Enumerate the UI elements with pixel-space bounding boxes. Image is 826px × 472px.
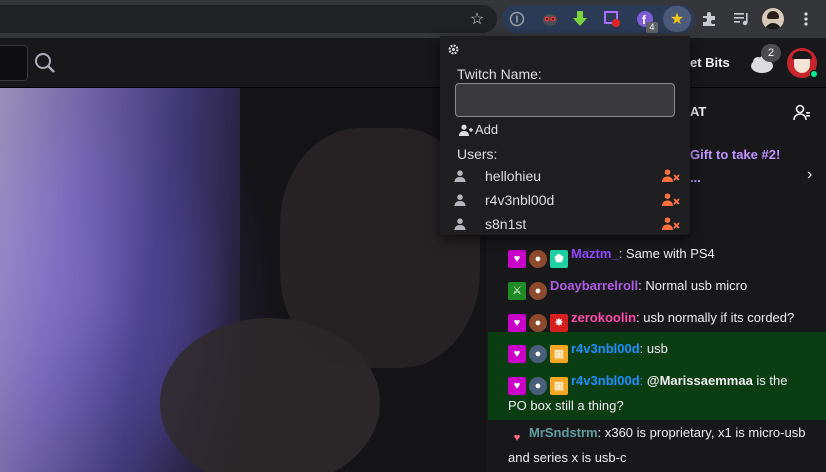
sub-gifter-badge: ✸ — [550, 314, 568, 332]
subscriber-badge: ♥ — [508, 314, 526, 332]
user-list-item: hellohieu — [485, 168, 542, 184]
user-icon — [454, 217, 466, 235]
twitch-name-label: Twitch Name: — [457, 66, 542, 82]
subscriber-badge: ♥ — [508, 377, 526, 395]
gift-badge: ▦ — [550, 377, 568, 395]
pinned-message-text[interactable]: Gift to take #2! — [690, 147, 780, 162]
profile-avatar[interactable] — [762, 8, 784, 30]
chat-username[interactable]: r4v3nbl00d — [571, 341, 640, 356]
remove-user-icon[interactable] — [662, 193, 680, 207]
search-icon[interactable] — [34, 52, 56, 79]
chat-header-title: AT — [690, 104, 707, 119]
chat-username[interactable]: zerokoolin — [571, 310, 636, 325]
remove-user-icon[interactable] — [662, 217, 680, 231]
chat-message: ♥ ● ✸ zerokoolin: usb normally if its corde… — [488, 307, 826, 332]
info-icon[interactable] — [507, 9, 527, 29]
puzzle-icon[interactable] — [699, 9, 719, 29]
user-list-item: r4v3nbl00d — [485, 192, 555, 208]
chat-username[interactable]: r4v3nbl00d — [571, 373, 640, 388]
download-arrow-icon[interactable] — [570, 9, 590, 29]
chat-message: ♥ MrSndstrm: x360 is proprietary, x1 is m… — [488, 422, 826, 468]
bits-badge: ● — [529, 250, 547, 268]
bits-badge: ● — [529, 282, 547, 300]
twitch-name-input[interactable] — [455, 83, 675, 117]
chat-text: : Normal usb micro — [638, 278, 748, 293]
online-status-dot — [810, 70, 818, 78]
gear-icon[interactable] — [447, 43, 460, 61]
browser-toolbar: ☆ f 4 ★ — [0, 0, 826, 38]
chat-message: ♥ ● ⬟ Maztm_: Same with PS4 — [488, 243, 826, 268]
chat-username[interactable]: MrSndstrm — [529, 425, 598, 440]
chat-message: ♥ ● ▦ r4v3nbl00d: usb — [488, 338, 826, 363]
chat-message: ⚔ ● Doaybarrelroll: Normal usb micro — [488, 275, 826, 300]
chat-text: : Same with PS4 — [618, 246, 715, 261]
chat-message: ♥ ● ▦ r4v3nbl00d: @Marissaemmaa is the PO b… — [508, 373, 788, 413]
bits-badge: ● — [529, 345, 547, 363]
notifications-badge: 2 — [761, 44, 781, 62]
chat-text: : usb normally if its corded? — [636, 310, 795, 325]
owl-extension-icon[interactable] — [540, 9, 560, 29]
stream-video[interactable] — [0, 88, 487, 472]
gift-badge: ▦ — [550, 345, 568, 363]
extension-popup: Twitch Name: Add Users: hellohieu r4v3nb… — [440, 36, 690, 235]
bits-badge: ● — [529, 377, 547, 395]
chat-text: : usb — [639, 341, 668, 356]
subscriber-badge: ♥ — [508, 250, 526, 268]
star-icon[interactable]: ☆ — [467, 9, 487, 29]
media-queue-icon[interactable] — [732, 9, 752, 29]
get-bits-button[interactable]: et Bits — [690, 55, 730, 70]
remove-user-icon[interactable] — [662, 169, 680, 183]
chevron-right-icon[interactable]: › — [807, 166, 812, 184]
community-icon[interactable] — [793, 104, 811, 127]
extension-badge: 4 — [646, 22, 658, 33]
search-input[interactable] — [0, 45, 28, 81]
hype-badge: ⬟ — [550, 250, 568, 268]
add-user-button[interactable]: Add — [459, 122, 498, 137]
bits-badge: ● — [529, 314, 547, 332]
subscriber-badge: ♥ — [508, 345, 526, 363]
add-user-icon — [459, 124, 473, 136]
pinned-message-more[interactable]: ... — [690, 170, 701, 185]
moderator-badge: ⚔ — [508, 282, 526, 300]
user-icon — [454, 193, 466, 211]
chat-username[interactable]: Maztm_ — [571, 246, 619, 261]
heart-badge: ♥ — [513, 432, 521, 444]
chat-mention[interactable]: @Marissaemmaa — [647, 373, 753, 388]
users-label: Users: — [457, 146, 498, 162]
chat-username[interactable]: Doaybarrelroll — [550, 278, 638, 293]
twitch-extension-icon[interactable] — [602, 9, 622, 29]
kebab-menu-icon[interactable] — [796, 9, 816, 29]
user-list-item: s8n1st — [485, 216, 527, 232]
star-extension-icon[interactable]: ★ — [667, 9, 687, 29]
address-bar[interactable] — [0, 5, 497, 33]
user-icon — [454, 169, 466, 187]
add-label: Add — [475, 122, 499, 137]
